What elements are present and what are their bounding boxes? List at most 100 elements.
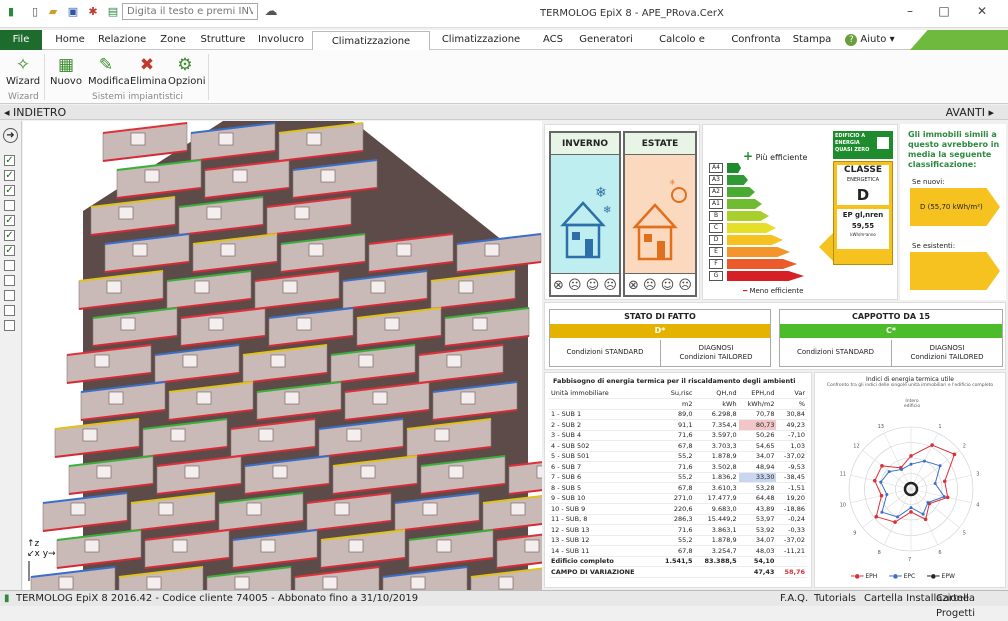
tutorials-link[interactable]: Tutorials — [814, 591, 856, 606]
modifica-button[interactable]: ✎ Modifica — [88, 54, 130, 87]
similar-buildings-panel: Gli immobili simili a questo avrebbero i… — [900, 124, 1006, 300]
table-row[interactable]: 13 - SUB 12 55,2 1.878,9 34,07 -37,02 — [549, 535, 807, 546]
table-cell: 3.597,0 — [694, 430, 739, 441]
radar-axis-label: 13 — [878, 424, 884, 430]
progetti-link[interactable]: Cartella Progetti — [936, 591, 1008, 621]
tab-home[interactable]: Home — [52, 30, 88, 50]
wizard-button[interactable]: ✧ Wizard — [6, 54, 40, 87]
tab-confronta[interactable]: Confronta — [730, 30, 782, 50]
layer-checkbox[interactable] — [4, 320, 15, 331]
calculator-icon[interactable]: ▤ — [106, 5, 120, 19]
back-button[interactable]: ◂ INDIETRO — [4, 105, 66, 120]
new-file-icon[interactable]: ▯ — [28, 5, 42, 19]
save-icon[interactable]: ▣ — [66, 5, 80, 19]
tab-involucro[interactable]: Involucro — [257, 30, 305, 50]
radar-epc-point — [885, 493, 889, 497]
legend-eph-marker: ━●━ — [851, 573, 864, 580]
module-window — [370, 280, 386, 294]
table-row[interactable]: 10 - SUB 9 220,6 9.683,0 43,89 -18,86 — [549, 503, 807, 515]
radar-eph-point — [952, 452, 957, 457]
layer-checkbox[interactable]: ✓ — [4, 230, 15, 241]
stato-standard-button[interactable]: Condizioni STANDARD — [550, 340, 661, 366]
layer-checkbox[interactable] — [4, 260, 15, 271]
layer-checkbox[interactable]: ✓ — [4, 245, 15, 256]
table-cell: 7.354,4 — [694, 419, 739, 431]
tab-strutture[interactable]: Strutture — [199, 30, 247, 50]
energy-table-panel: Fabbisogno di energia termica per il ris… — [544, 372, 812, 588]
table-cell: 64,48 — [738, 493, 777, 504]
group-wizard-label: Wizard — [8, 92, 39, 102]
table-row[interactable]: 2 - SUB 2 91,1 7.354,4 80,73 49,23 — [549, 419, 807, 431]
open-folder-icon[interactable]: ▰ — [46, 5, 60, 19]
table-row[interactable]: 4 - SUB 502 67,8 3.703,3 54,65 1,03 — [549, 440, 807, 452]
tab-climatizzazione-estiva[interactable]: Climatizzazione estiva — [436, 30, 526, 65]
module-window — [448, 465, 464, 479]
new-class-arrow: D (55,70 kWh/m²) — [910, 188, 1000, 226]
module-window — [308, 243, 324, 257]
maximize-icon[interactable]: □ — [934, 4, 954, 18]
table-row[interactable]: 1 - SUB 1 89,0 6.298,8 70,78 30,84 — [549, 409, 807, 420]
layer-checkbox[interactable] — [4, 305, 15, 316]
radar-eph-point — [874, 514, 879, 519]
table-row[interactable]: 5 - SUB 501 55,2 1.878,9 34,07 -37,02 — [549, 451, 807, 462]
table-cell: 49,23 — [776, 419, 807, 431]
table-row[interactable]: 9 - SUB 10 271,0 17.477,9 64,48 19,20 — [549, 493, 807, 504]
ep-value: 59,55 — [851, 222, 875, 230]
module-window — [436, 539, 452, 553]
tab-aiuto[interactable]: ? Aiuto ▾ — [842, 30, 898, 50]
less-efficient-label: ━ Meno efficiente — [743, 287, 803, 295]
nzeb-checkbox[interactable] — [877, 137, 889, 149]
cappotto-standard-button[interactable]: Condizioni STANDARD — [780, 340, 892, 366]
table-row[interactable]: 6 - SUB 7 71,6 3.502,8 48,94 -9,53 — [549, 461, 807, 473]
layer-checkbox[interactable]: ✓ — [4, 215, 15, 226]
nuovo-button[interactable]: ▦ Nuovo — [50, 54, 82, 87]
table-row[interactable]: 11 - SUB, 8 286,3 15.449,2 53,97 -0,24 — [549, 514, 807, 525]
close-icon[interactable]: ✕ — [972, 4, 992, 18]
ep-box: EP gl,nren 59,55 kWh/m²anno — [837, 209, 889, 249]
forward-button[interactable]: AVANTI ▸ — [946, 105, 994, 120]
tab-climatizzazione-invernale[interactable]: Climatizzazione invernale — [312, 31, 430, 67]
table-row[interactable]: 3 - SUB 4 71,6 3.597,0 50,26 -7,10 — [549, 430, 807, 441]
legend-epw-label: EPW — [941, 573, 955, 580]
table-row[interactable]: 12 - SUB 13 71,6 3.863,1 53,92 -0,33 — [549, 524, 807, 536]
tab-acs[interactable]: ACS — [538, 30, 568, 50]
tab-generatori[interactable]: Generatori — [578, 30, 634, 50]
module-window — [94, 354, 110, 368]
table-cell: 1.836,2 — [694, 472, 739, 483]
building-3d-view[interactable]: ↑z ↙x y→ — [23, 121, 542, 590]
layer-checkbox[interactable] — [4, 290, 15, 301]
elimina-button[interactable]: ✖ Elimina — [130, 54, 167, 87]
table-row[interactable]: 7 - SUB 6 55,2 1.836,2 33,30 -38,45 — [549, 472, 807, 483]
tab-relazione[interactable]: Relazione — [98, 30, 146, 50]
layer-checkbox[interactable] — [4, 200, 15, 211]
faq-link[interactable]: F.A.Q. — [780, 591, 808, 606]
settings-icon[interactable]: ✱ — [86, 5, 100, 19]
table-row[interactable]: 8 - SUB 5 67,8 3.610,3 53,28 -1,51 — [549, 482, 807, 494]
tab-zone[interactable]: Zone — [157, 30, 189, 50]
minimize-icon[interactable]: – — [900, 4, 920, 18]
table-cell: -7,10 — [776, 430, 807, 441]
opzioni-button[interactable]: ⚙ Opzioni — [168, 54, 205, 87]
table-cell: 91,1 — [655, 419, 695, 431]
layer-checkbox[interactable]: ✓ — [4, 185, 15, 196]
tab-file[interactable]: File — [0, 30, 42, 50]
cloud-icon[interactable]: ☁ — [264, 5, 278, 19]
radar-subtitle: Confronto tra gli indici delle singole u… — [826, 383, 994, 388]
layer-checkbox[interactable]: ✓ — [4, 155, 15, 166]
stato-diagnosi-button[interactable]: DIAGNOSI Condizioni TAILORED — [661, 340, 771, 366]
module-window — [498, 576, 514, 590]
tab-calcolo-diagnosi[interactable]: Calcolo e diagnosi — [644, 30, 720, 65]
search-input[interactable] — [122, 3, 258, 20]
module-window — [84, 539, 100, 553]
arrow-right-circle-icon[interactable]: ➜ — [3, 128, 18, 143]
ep-label: EP gl,nren — [842, 211, 884, 219]
tab-stampa[interactable]: Stampa — [792, 30, 832, 50]
group-sistemi-label: Sistemi impiantistici — [92, 92, 183, 102]
module-window — [120, 317, 136, 331]
energy-table: Unità immobiliare Su,risc QH,nd EPH,nd Var m2… — [549, 388, 807, 578]
radar-epc-point — [900, 467, 904, 471]
layer-checkbox[interactable]: ✓ — [4, 170, 15, 181]
cappotto-diagnosi-button[interactable]: DIAGNOSI Condizioni TAILORED — [892, 340, 1002, 366]
table-row[interactable]: 14 - SUB 11 67,8 3.254,7 48,03 -11,21 — [549, 545, 807, 557]
layer-checkbox[interactable] — [4, 275, 15, 286]
